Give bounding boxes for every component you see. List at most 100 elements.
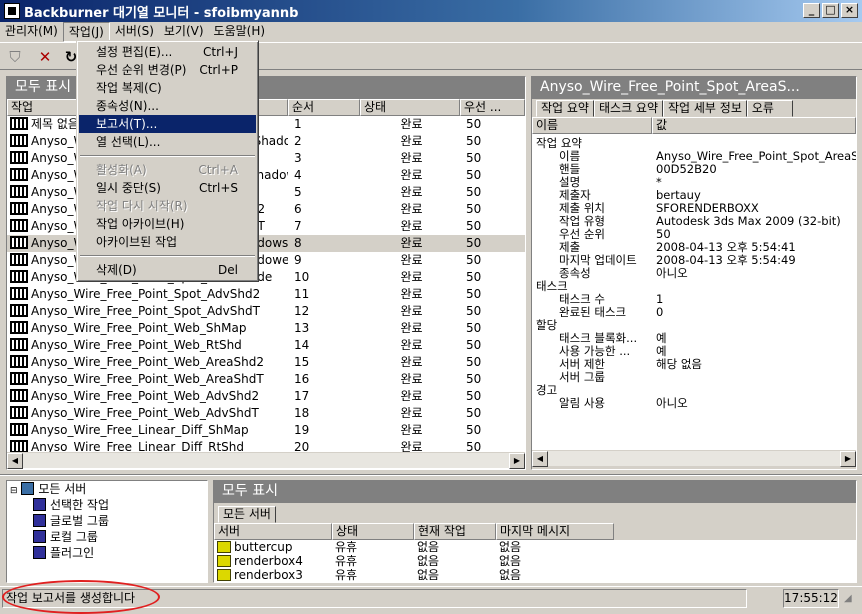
property-row[interactable]: 작업 유형 Autodesk 3ds Max 2009 (32-bit)	[532, 215, 856, 228]
col-current-job[interactable]: 현재 작업	[414, 523, 496, 540]
property-row[interactable]: 서버 제한 해당 없음	[532, 358, 856, 371]
property-row[interactable]: 핸들 00D52B20	[532, 163, 856, 176]
table-row[interactable]: Anyso_Wire_Free_Point_Web_AdvShd2 17 완료 50	[7, 388, 525, 405]
job-order: 4	[294, 168, 302, 182]
property-row[interactable]: 제출자 bertauy	[532, 189, 856, 202]
disconnect-icon[interactable]: ✕	[36, 48, 54, 66]
col-priority[interactable]: 우선 ...	[460, 99, 525, 116]
property-row[interactable]: 태스크	[532, 280, 856, 293]
server-cell: buttercup	[214, 540, 332, 554]
maximize-button[interactable]: □	[822, 3, 839, 18]
property-value: Autodesk 3ds Max 2009 (32-bit)	[656, 215, 841, 228]
menu-item[interactable]: 열 선택(L)...	[79, 133, 256, 151]
menu-admin[interactable]: 관리자(M)	[0, 22, 63, 42]
table-row[interactable]: renderbox3 유휴 없음 없음	[214, 568, 856, 582]
job-icon	[10, 338, 28, 351]
property-row[interactable]: 제출 2008-04-13 오후 5:54:41	[532, 241, 856, 254]
property-row[interactable]: 사용 가능한 ... 예	[532, 345, 856, 358]
collapse-icon[interactable]: ⊟	[10, 486, 18, 496]
tree-item[interactable]: 글로벌 그룹	[7, 513, 207, 529]
connect-icon[interactable]: ⛉	[6, 48, 24, 66]
tab-task-summary[interactable]: 태스크 요약	[593, 100, 663, 117]
scroll-left-icon[interactable]: ◀	[532, 451, 548, 467]
menu-item[interactable]: 삭제(D) Del	[79, 261, 256, 279]
resize-grip-icon[interactable]: ◢	[844, 593, 858, 607]
table-row[interactable]: Anyso_Wire_Free_Point_Web_AreaShdT 16 완료 50	[7, 371, 525, 388]
table-row[interactable]: buttercup 유휴 없음 없음	[214, 540, 856, 554]
table-row[interactable]: Anyso_Wire_Free_Point_Spot_AdvShdT 12 완료 50	[7, 303, 525, 320]
jobs-hscrollbar[interactable]: ◀ ▶	[7, 452, 525, 469]
menu-item[interactable]: 작업 다시 시작(R)	[79, 197, 256, 215]
property-row[interactable]: 완료된 태스크 0	[532, 306, 856, 319]
minimize-button[interactable]: _	[803, 3, 820, 18]
table-row[interactable]: Anyso_Wire_Free_Point_Web_ShMap 13 완료 50	[7, 320, 525, 337]
close-button[interactable]: ×	[841, 3, 858, 18]
property-row[interactable]: 경고	[532, 384, 856, 397]
col-server[interactable]: 서버	[214, 523, 332, 540]
col-status[interactable]: 상태	[360, 99, 460, 116]
menu-server[interactable]: 서버(S)	[110, 22, 159, 42]
property-row[interactable]: 서버 그룹	[532, 371, 856, 384]
property-row[interactable]: 설명 *	[532, 176, 856, 189]
menu-item[interactable]: 아카이브된 작업	[79, 233, 256, 251]
menu-item[interactable]: 종속성(N)...	[79, 97, 256, 115]
scroll-right-icon[interactable]: ▶	[840, 451, 856, 467]
property-row[interactable]: 마지막 업데이트 2008-04-13 오후 5:54:49	[532, 254, 856, 267]
job-icon	[10, 321, 28, 334]
col-order[interactable]: 순서	[288, 99, 360, 116]
table-row[interactable]: Anyso_Wire_Free_Point_Web_AdvShdT 18 완료 50	[7, 405, 525, 422]
menu-view[interactable]: 보기(V)	[159, 22, 209, 42]
job-icon	[10, 219, 28, 232]
table-row[interactable]: Anyso_Wire_Free_Point_Web_RtShd 14 완료 50	[7, 337, 525, 354]
job-name-cell: Anyso_Wire_Free_Point_Web_ShMap	[7, 320, 288, 337]
menu-item[interactable]: 작업 복제(C)	[79, 79, 256, 97]
tree-item[interactable]: 플러그인	[7, 545, 207, 561]
job-priority: 50	[466, 321, 482, 335]
property-row[interactable]: 태스크 블록화... 예	[532, 332, 856, 345]
table-row[interactable]: renderbox4 유휴 없음 없음	[214, 554, 856, 568]
job-icon	[10, 389, 28, 402]
menu-job[interactable]: 작업(J)	[62, 22, 110, 42]
property-row[interactable]: 우선 순위 50	[532, 228, 856, 241]
col-last-message[interactable]: 마지막 메시지	[496, 523, 614, 540]
tree-item[interactable]: 선택한 작업	[7, 497, 207, 513]
menu-help[interactable]: 도움말(H)	[209, 22, 271, 42]
menu-item[interactable]: 보고서(T)...	[79, 115, 256, 133]
job-name-cell: Anyso_Wire_Free_Point_Web_RtShd	[7, 337, 288, 354]
splitter[interactable]	[0, 474, 862, 476]
tree-root[interactable]: ⊟ 모든 서버	[7, 481, 207, 497]
server-group-icon	[21, 482, 35, 495]
tree-item[interactable]: 로컬 그룹	[7, 529, 207, 545]
property-row[interactable]: 이름 Anyso_Wire_Free_Point_Spot_AreaS	[532, 150, 856, 163]
job-name: Anyso_Wire_Free_Point_Web_AdvShdT	[31, 406, 259, 420]
property-row[interactable]: 알림 사용 아니오	[532, 397, 856, 410]
details-hscrollbar[interactable]: ◀ ▶	[532, 450, 856, 467]
col-server-status[interactable]: 상태	[332, 523, 414, 540]
menu-item[interactable]: 활성화(A) Ctrl+A	[79, 161, 256, 179]
table-row[interactable]: Anyso_Wire_Free_Linear_Diff_RtShd 20 완료 50	[7, 439, 525, 452]
scroll-left-icon[interactable]: ◀	[7, 453, 23, 469]
scroll-right-icon[interactable]: ▶	[509, 453, 525, 469]
property-row[interactable]: 작업 요약	[532, 137, 856, 150]
property-row[interactable]: 태스크 수 1	[532, 293, 856, 306]
job-order: 11	[294, 287, 310, 301]
job-icon	[10, 151, 28, 164]
menu-item-label: 활성화(A)	[96, 163, 147, 177]
property-row[interactable]: 할당	[532, 319, 856, 332]
table-row[interactable]: Anyso_Wire_Free_Point_Spot_AdvShd2 11 완료 50	[7, 286, 525, 303]
tab-job-details[interactable]: 작업 세부 정보	[663, 100, 747, 117]
tab-job-summary[interactable]: 작업 요약	[536, 100, 594, 117]
table-row[interactable]: Anyso_Wire_Free_Point_Web_AreaShd2 15 완료 50	[7, 354, 525, 371]
menu-item[interactable]: 작업 아카이브(H)	[79, 215, 256, 233]
menu-item[interactable]: 일시 중단(S) Ctrl+S	[79, 179, 256, 197]
tab-all-servers[interactable]: 모든 서버	[218, 506, 276, 523]
property-row[interactable]: 제출 위치 SFORENDERBOXX	[532, 202, 856, 215]
table-row[interactable]: Anyso_Wire_Free_Linear_Diff_ShMap 19 완료 50	[7, 422, 525, 439]
job-menu-dropdown: 설정 편집(E)... Ctrl+J 우선 순위 변경(P) Ctrl+P 작업 복제(…	[76, 40, 259, 282]
col-name[interactable]: 이름	[532, 117, 652, 134]
menu-item[interactable]: 설정 편집(E)... Ctrl+J	[79, 43, 256, 61]
property-row[interactable]: 종속성 아니오	[532, 267, 856, 280]
menu-item[interactable]: 우선 순위 변경(P) Ctrl+P	[79, 61, 256, 79]
col-value[interactable]: 값	[652, 117, 856, 134]
tab-errors[interactable]: 오류	[746, 100, 793, 117]
